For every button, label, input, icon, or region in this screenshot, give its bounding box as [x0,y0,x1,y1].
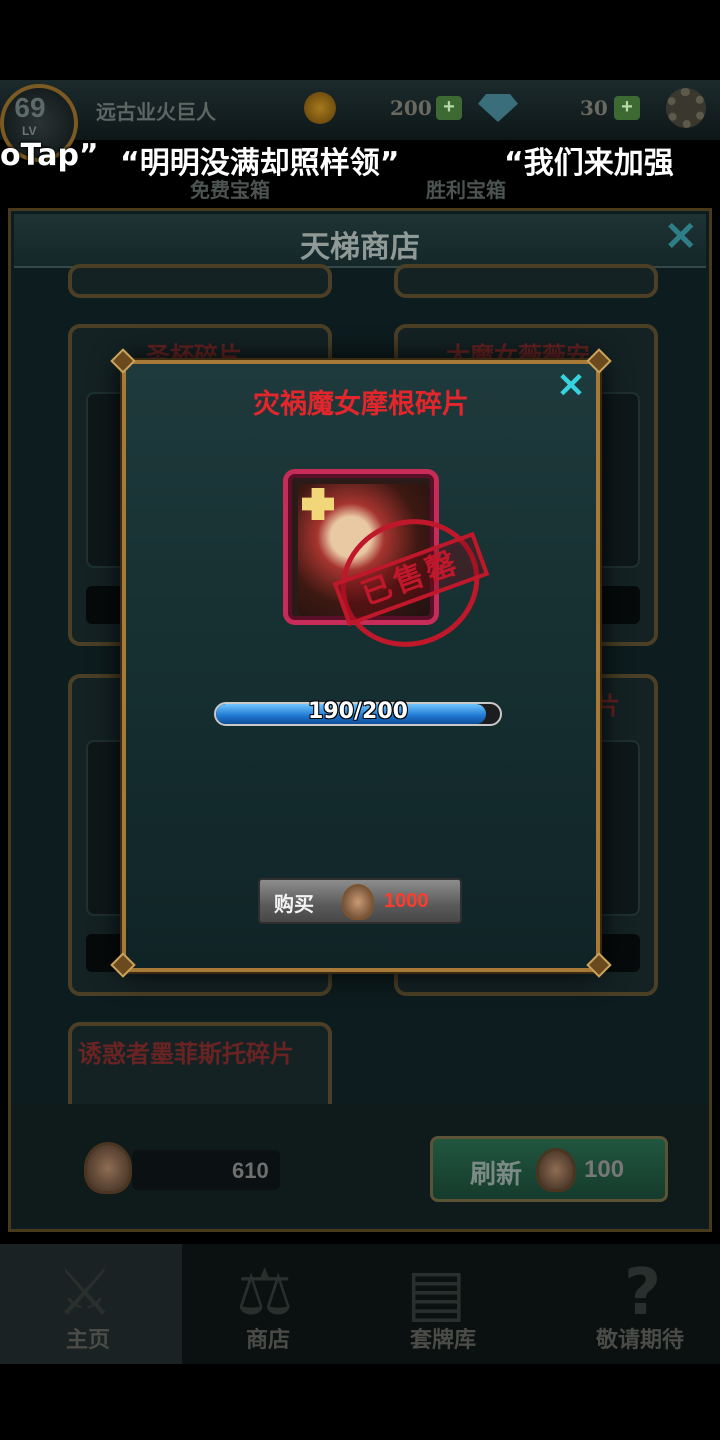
level-number: 69 [14,92,46,123]
medal-balance: 610 [232,1158,269,1183]
victory-chest-label: 胜利宝箱 [426,178,506,202]
refresh-label: 刷新 [470,1160,523,1190]
gem-amount: 30 [580,96,608,120]
level-label: LV [22,124,37,138]
player-name: 远古业火巨人 [96,100,216,124]
gold-amount: 200 [390,96,432,120]
danmaku-comment: oTap” [0,138,99,173]
danmaku-comment: “我们来加强 [504,146,674,181]
shop-card-top-right[interactable] [394,264,658,298]
danmaku-comment: “明明没满却照样领” [120,146,400,181]
shop-close-icon[interactable]: ✕ [664,214,698,260]
add-gems-button[interactable]: + [614,96,640,120]
buy-label: 购买 [274,892,314,916]
scales-icon: ⚖ [236,1256,294,1330]
ladder-medal-icon [84,1142,132,1194]
shop-card-top-left[interactable] [68,264,332,298]
nav-deck[interactable]: 套牌库 [410,1322,476,1354]
shop-title: 天梯商店 [300,230,420,265]
close-icon[interactable]: ✕ [554,366,588,405]
cards-icon: ▤ [406,1256,467,1330]
nav-home[interactable]: 主页 [66,1322,110,1354]
shop-card-title: 诱惑者墨菲斯托碎片 [78,1039,294,1068]
fragment-progress-text: 190/200 [308,699,408,724]
refresh-cost: 100 [584,1156,625,1183]
modal-title: 灾祸魔女摩根碎片 [253,389,469,420]
gold-coin-icon [304,92,336,124]
question-icon: ? [624,1256,662,1330]
crossed-swords-icon: ⚔ [56,1256,114,1330]
nav-coming-soon[interactable]: 敬请期待 [596,1322,684,1354]
nav-shop[interactable]: 商店 [246,1322,290,1354]
refresh-medal-icon [536,1148,576,1192]
buy-price: 1000 [384,890,429,912]
medal-currency-icon [342,884,374,920]
add-gold-button[interactable]: + [436,96,462,120]
gear-icon[interactable] [666,88,706,128]
